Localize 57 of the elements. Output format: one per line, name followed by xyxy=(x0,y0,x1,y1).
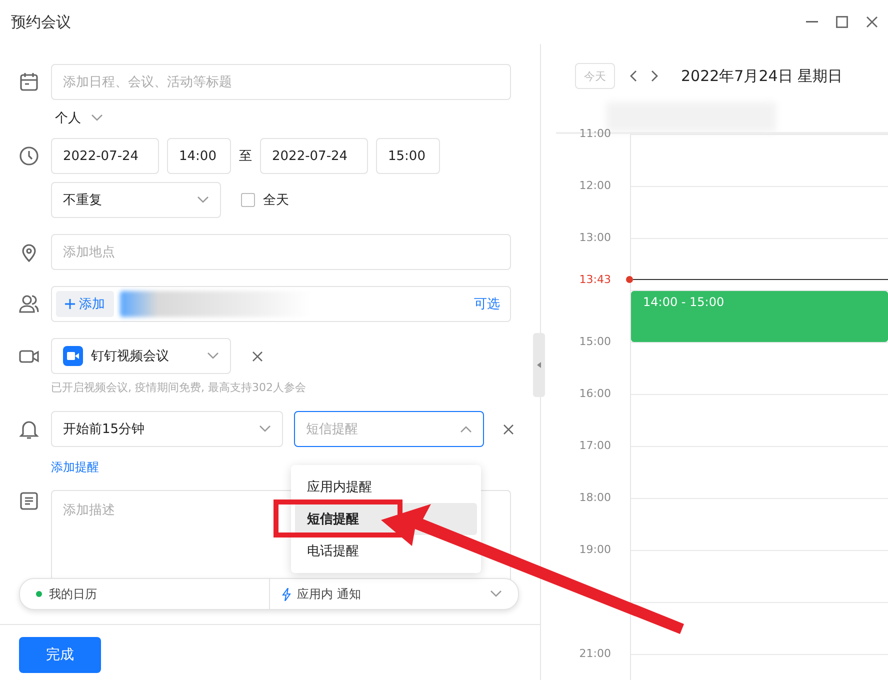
add-attendee-button[interactable]: 添加 xyxy=(56,291,114,317)
add-reminder-link[interactable]: 添加提醒 xyxy=(51,459,99,476)
hour-label: 13:00 xyxy=(578,231,611,245)
chevron-up-icon xyxy=(460,425,472,433)
people-icon xyxy=(18,293,40,315)
remove-icon[interactable] xyxy=(252,350,263,362)
clock-icon xyxy=(18,145,40,167)
video-meeting-select[interactable]: 钉钉视频会议 xyxy=(51,338,231,374)
collapse-handle[interactable] xyxy=(533,333,545,397)
dropdown-option[interactable]: 电话提醒 xyxy=(295,535,477,567)
bell-icon xyxy=(18,418,40,440)
status-dot xyxy=(36,591,42,597)
lightning-icon xyxy=(282,588,291,600)
window-title: 预约会议 xyxy=(11,12,71,32)
all-day-checkbox[interactable] xyxy=(241,193,255,207)
end-date-field[interactable]: 2022-07-24 xyxy=(260,138,368,174)
plus-icon xyxy=(65,299,75,309)
end-time-field[interactable]: 15:00 xyxy=(376,138,440,174)
hour-label: 17:00 xyxy=(578,439,611,453)
reminder-time-select[interactable]: 开始前15分钟 xyxy=(51,411,283,447)
minimize-icon[interactable] xyxy=(806,21,818,23)
hour-label: 16:00 xyxy=(578,387,611,401)
hour-label: 11:00 xyxy=(578,127,611,141)
all-day-label: 全天 xyxy=(263,192,289,209)
calendar-icon xyxy=(18,71,40,93)
hour-label: 15:00 xyxy=(578,335,611,349)
calendar-date: 2022年7月24日 星期日 xyxy=(681,66,843,86)
start-time-field[interactable]: 14:00 xyxy=(167,138,231,174)
hour-label: 21:00 xyxy=(578,647,611,661)
chevron-down-icon xyxy=(197,196,209,204)
calendar-name[interactable]: 我的日历 xyxy=(49,586,97,602)
chevron-left-icon[interactable] xyxy=(629,70,637,82)
video-note: 已开启视频会议, 疫情期间免费, 最高支持302人参会 xyxy=(51,380,307,395)
notify-select[interactable]: 应用内 通知 xyxy=(297,586,361,602)
remove-icon[interactable] xyxy=(503,424,514,434)
hour-label: 18:00 xyxy=(578,491,611,505)
caret-left-icon xyxy=(537,362,541,368)
note-icon xyxy=(18,490,40,512)
repeat-select[interactable]: 不重复 xyxy=(51,182,221,218)
hour-label: 19:00 xyxy=(578,543,611,557)
attendees-field[interactable]: 添加 可选 xyxy=(51,286,511,322)
done-button[interactable]: 完成 xyxy=(19,637,101,673)
calendar-type[interactable]: 个人 xyxy=(55,109,81,127)
chevron-right-icon[interactable] xyxy=(651,70,659,82)
chevron-down-icon xyxy=(490,590,502,598)
current-time-dot xyxy=(626,276,633,283)
hour-label: 12:00 xyxy=(578,179,611,193)
chevron-down-icon xyxy=(259,425,271,433)
range-separator: 至 xyxy=(239,148,252,165)
start-date-field[interactable]: 2022-07-24 xyxy=(51,138,159,174)
chevron-down-icon xyxy=(207,352,219,360)
close-icon[interactable] xyxy=(866,16,878,28)
maximize-icon[interactable] xyxy=(836,16,848,28)
optional-link[interactable]: 可选 xyxy=(474,295,500,313)
video-icon xyxy=(67,352,79,360)
current-time-label: 13:43 xyxy=(578,273,611,286)
chevron-down-icon xyxy=(91,114,103,122)
